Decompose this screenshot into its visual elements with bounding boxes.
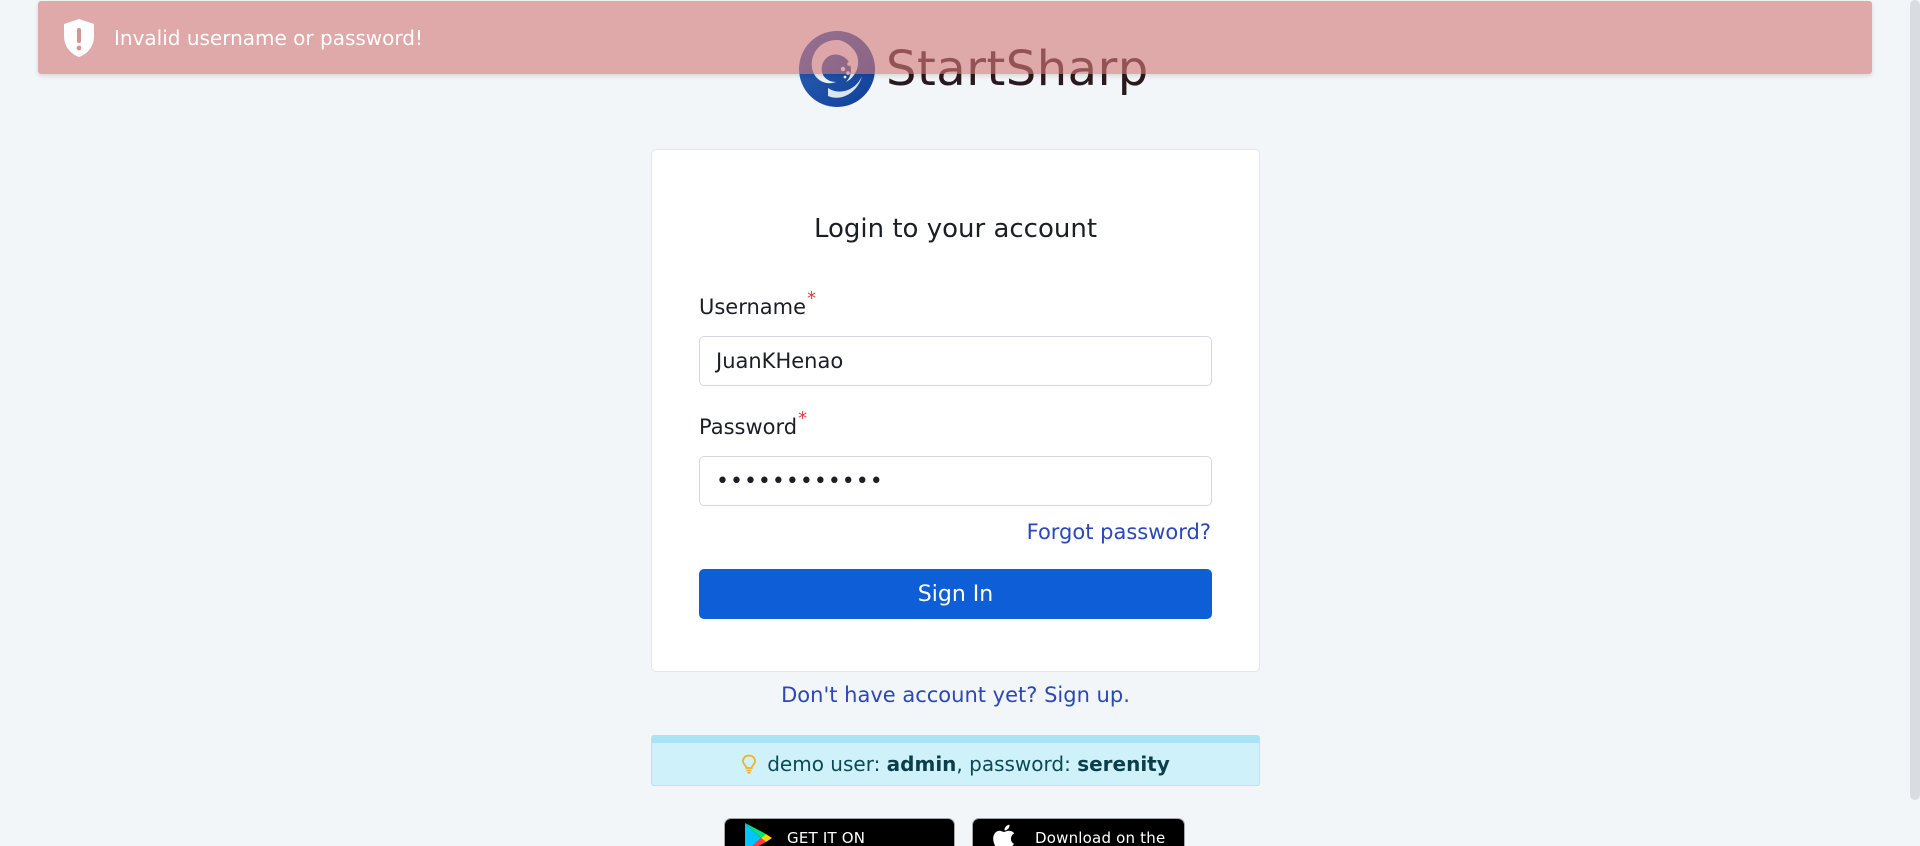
forgot-password-link[interactable]: Forgot password? [1027, 520, 1211, 544]
username-value: JuanKHenao [716, 349, 844, 373]
login-title: Login to your account [813, 214, 1098, 244]
password-input[interactable]: •••••••••••• [699, 456, 1212, 506]
password-label-text: Password [699, 415, 798, 439]
username-label-text: Username [699, 295, 807, 319]
username-input[interactable]: JuanKHenao [699, 336, 1212, 386]
sign-in-button[interactable]: Sign In [699, 569, 1212, 619]
username-label: Username* [699, 288, 816, 319]
login-card: Login to your account Username* JuanKHen… [651, 149, 1260, 672]
error-alert: Invalid username or password! [38, 1, 1872, 74]
google-play-icon [745, 823, 772, 846]
demo-prefix: demo user: [767, 752, 887, 776]
demo-credentials-box: demo user: admin, password: serenity [651, 735, 1260, 786]
page-scrollbar-thumb[interactable] [1910, 0, 1920, 800]
alert-message: Invalid username or password! [114, 25, 423, 50]
demo-user: admin [886, 752, 957, 776]
google-play-badge[interactable]: GET IT ON [724, 818, 955, 846]
shield-exclamation-icon [64, 18, 94, 57]
apple-icon [993, 824, 1015, 846]
login-page: StartSharp Invalid username or password!… [0, 0, 1920, 846]
demo-password: serenity [1077, 752, 1170, 776]
google-play-label: GET IT ON [787, 829, 866, 846]
password-required-marker: * [798, 408, 808, 429]
sign-up-link[interactable]: Don't have account yet? Sign up. [651, 683, 1260, 707]
password-label: Password* [699, 408, 807, 439]
demo-middle: , password: [956, 752, 1078, 776]
app-store-badge[interactable]: Download on the [972, 818, 1185, 846]
password-value: •••••••••••• [716, 468, 884, 494]
lightbulb-icon [742, 754, 757, 774]
username-required-marker: * [807, 288, 817, 309]
app-store-label: Download on the [1035, 829, 1166, 846]
